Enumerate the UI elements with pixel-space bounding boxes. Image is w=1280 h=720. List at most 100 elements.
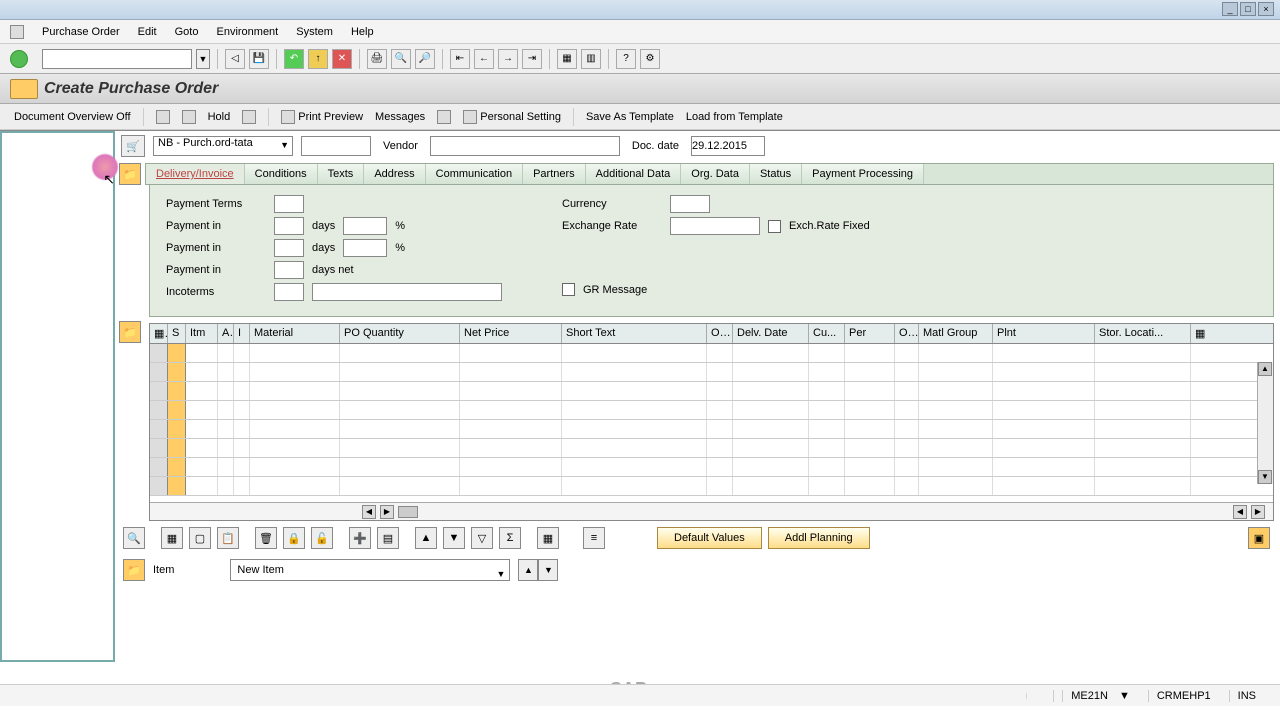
cart-icon[interactable]: 🛒 [121, 135, 145, 157]
col-material[interactable]: Material [250, 324, 340, 343]
col-short-text[interactable]: Short Text [562, 324, 707, 343]
tab-org-data[interactable]: Org. Data [681, 164, 750, 184]
col-stor-location[interactable]: Stor. Locati... [1095, 324, 1191, 343]
payment-in-1-pct-input[interactable] [343, 217, 387, 235]
col-o2[interactable]: O... [895, 324, 919, 343]
document-overview-button[interactable]: Document Overview Off [14, 111, 131, 123]
payment-in-2-pct-input[interactable] [343, 239, 387, 257]
layout-icon[interactable]: ▥ [581, 49, 601, 69]
status-expand-icon[interactable] [1026, 691, 1043, 701]
check-icon[interactable] [242, 110, 256, 124]
hold-button[interactable]: Hold [208, 111, 231, 123]
filter-icon[interactable]: ▽ [471, 527, 493, 549]
close-icon[interactable]: × [1258, 2, 1274, 16]
sort-asc-icon[interactable]: ▲ [415, 527, 437, 549]
incoterms-code-input[interactable] [274, 283, 304, 301]
grid-body[interactable]: ▲ ▼ [150, 344, 1273, 502]
payment-in-2-days-input[interactable] [274, 239, 304, 257]
expand-icon[interactable]: ▣ [1248, 527, 1270, 549]
prev-page-icon[interactable]: ← [474, 49, 494, 69]
menu-purchase-order[interactable]: Purchase Order [42, 26, 120, 38]
grid-vscroll[interactable]: ▲ ▼ [1257, 362, 1273, 484]
messages-button[interactable]: Messages [375, 111, 425, 123]
save-icon[interactable]: 💾 [249, 49, 269, 69]
exch-rate-fixed-checkbox[interactable] [768, 220, 781, 233]
menu-icon[interactable] [10, 25, 24, 39]
table-row[interactable] [150, 344, 1273, 363]
print-icon[interactable]: 🖨 [367, 49, 387, 69]
cancel-icon[interactable]: ✕ [332, 49, 352, 69]
hscroll-thumb[interactable] [398, 506, 418, 518]
default-values-button[interactable]: Default Values [657, 527, 762, 549]
col-plnt[interactable]: Plnt [993, 324, 1095, 343]
order-type-select[interactable]: NB - Purch.ord-tata [153, 136, 293, 156]
hscroll-left2-icon[interactable]: ◀ [1233, 505, 1247, 519]
col-per[interactable]: Per [845, 324, 895, 343]
col-o1[interactable]: O... [707, 324, 733, 343]
incoterms-text-input[interactable] [312, 283, 502, 301]
menu-help[interactable]: Help [351, 26, 374, 38]
sort-desc-icon[interactable]: ▼ [443, 527, 465, 549]
list-icon[interactable]: ≡ [583, 527, 605, 549]
hscroll-right-icon[interactable]: ▶ [380, 505, 394, 519]
menu-environment[interactable]: Environment [216, 26, 278, 38]
find-next-icon[interactable]: 🔎 [415, 49, 435, 69]
table-icon[interactable]: ▤ [377, 527, 399, 549]
table-row[interactable] [150, 420, 1273, 439]
ok-icon[interactable] [10, 50, 28, 68]
item-collapse-icon[interactable]: 📁 [119, 321, 141, 343]
payment-in-1-days-input[interactable] [274, 217, 304, 235]
info-icon[interactable] [437, 110, 451, 124]
table-row[interactable] [150, 439, 1273, 458]
tab-communication[interactable]: Communication [426, 164, 523, 184]
help-icon[interactable]: ? [616, 49, 636, 69]
detail-icon[interactable]: 🔍 [123, 527, 145, 549]
col-matl-group[interactable]: Matl Group [919, 324, 993, 343]
transaction-dropdown-icon[interactable]: ▼ [196, 49, 210, 69]
back-icon[interactable]: ◁ [225, 49, 245, 69]
col-a[interactable]: A [218, 324, 234, 343]
grid-select-all-icon[interactable]: ▦ [150, 324, 168, 343]
exchange-rate-input[interactable] [670, 217, 760, 235]
exit-icon[interactable]: ↑ [308, 49, 328, 69]
menu-system[interactable]: System [296, 26, 333, 38]
addl-planning-button[interactable]: Addl Planning [768, 527, 870, 549]
header-collapse-icon[interactable]: 📁 [119, 163, 141, 185]
order-number-input[interactable] [301, 136, 371, 156]
tab-additional-data[interactable]: Additional Data [586, 164, 682, 184]
layout-icon2[interactable]: ▦ [537, 527, 559, 549]
shield-icon[interactable] [10, 79, 38, 99]
item-down-icon[interactable]: ▼ [538, 559, 558, 581]
menu-edit[interactable]: Edit [138, 26, 157, 38]
copy-row-icon[interactable]: 📋 [217, 527, 239, 549]
col-po-quantity[interactable]: PO Quantity [340, 324, 460, 343]
insert-icon[interactable]: ➕ [349, 527, 371, 549]
menu-goto[interactable]: Goto [175, 26, 199, 38]
hscroll-left-icon[interactable]: ◀ [362, 505, 376, 519]
gr-message-checkbox[interactable] [562, 283, 575, 296]
personal-setting-button[interactable]: Personal Setting [480, 110, 561, 122]
deselect-icon[interactable]: ▢ [189, 527, 211, 549]
transaction-input[interactable] [42, 49, 192, 69]
print-preview-button[interactable]: Print Preview [298, 110, 363, 122]
item-select[interactable]: New Item [230, 559, 510, 581]
tab-conditions[interactable]: Conditions [245, 164, 318, 184]
new-session-icon[interactable]: ▦ [557, 49, 577, 69]
scroll-up-icon[interactable]: ▲ [1258, 362, 1272, 376]
lock-icon[interactable]: 🔒 [283, 527, 305, 549]
vendor-input[interactable] [430, 136, 620, 156]
table-row[interactable] [150, 477, 1273, 496]
table-row[interactable] [150, 458, 1273, 477]
new-icon[interactable] [156, 110, 170, 124]
load-template-button[interactable]: Load from Template [686, 111, 783, 123]
find-icon[interactable]: 🔍 [391, 49, 411, 69]
delete-icon[interactable]: 🗑 [255, 527, 277, 549]
item-detail-collapse-icon[interactable]: 📁 [123, 559, 145, 581]
back-green-icon[interactable]: ↶ [284, 49, 304, 69]
grid-hscroll[interactable]: ◀ ▶ ◀ ▶ [150, 502, 1273, 520]
tab-payment-processing[interactable]: Payment Processing [802, 164, 924, 184]
scroll-down-icon[interactable]: ▼ [1258, 470, 1272, 484]
col-net-price[interactable]: Net Price [460, 324, 562, 343]
docdate-input[interactable] [691, 136, 765, 156]
copy-icon[interactable] [182, 110, 196, 124]
